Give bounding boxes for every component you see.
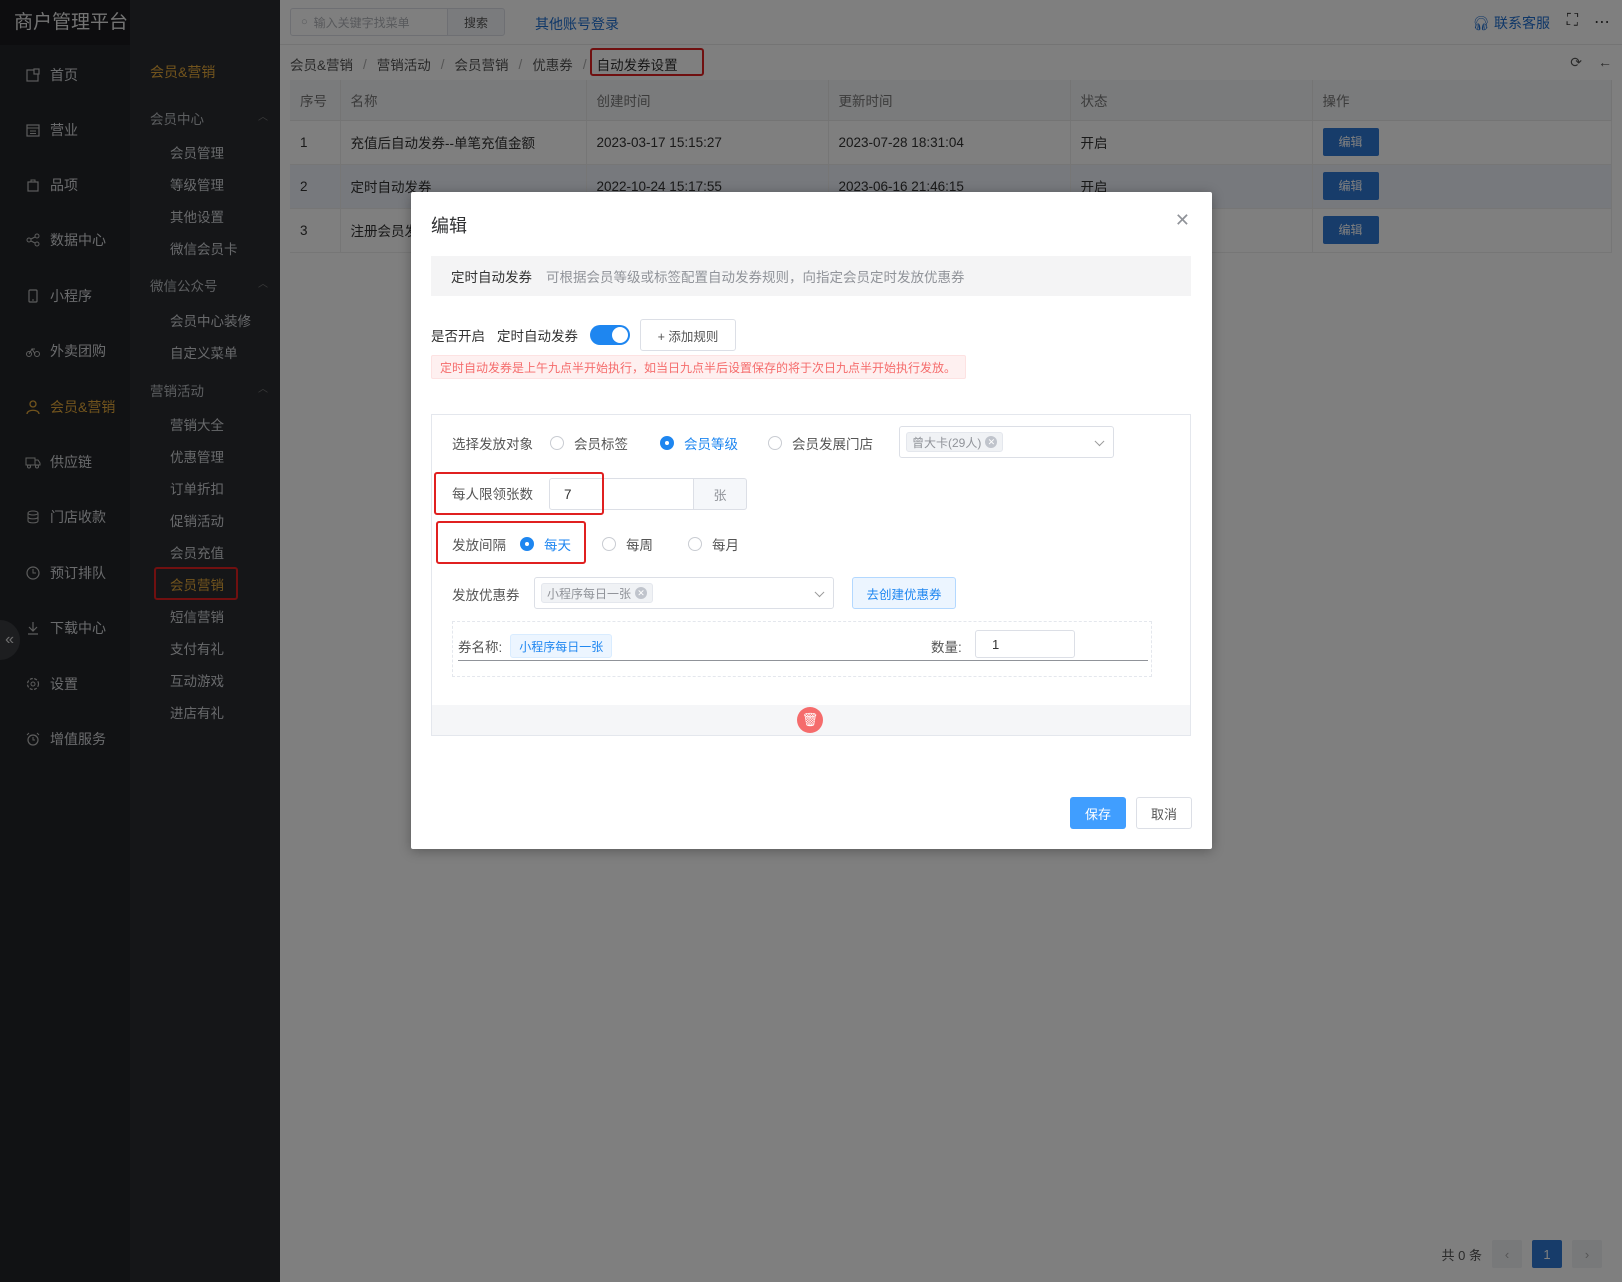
radio-dot xyxy=(688,537,702,551)
level-tag: 曾大卡(29人) ✕ xyxy=(906,432,1004,452)
dialog-title: 编辑 xyxy=(431,216,467,236)
coupon-name-tag: 小程序每日一张 xyxy=(510,634,613,658)
radio-dot xyxy=(768,436,782,450)
qty-label: 数量: xyxy=(931,640,962,655)
radio-dot xyxy=(660,436,674,450)
edit-dialog: 编辑 ✕ 定时自动发券 可根据会员等级或标签配置自动发券规则，向指定会员定时发放… xyxy=(411,192,1212,849)
chevron-down-icon xyxy=(814,587,825,598)
coupon-label: 发放优惠券 xyxy=(452,588,520,603)
radio-label: 会员发展门店 xyxy=(792,437,873,452)
tag-close-icon[interactable]: ✕ xyxy=(985,436,998,448)
radio-dot xyxy=(550,436,564,450)
coupon-name-row: 券名称: 小程序每日一张 xyxy=(458,634,613,658)
radio-member-store[interactable]: 会员发展门店 xyxy=(768,433,873,453)
limit-highlight-box xyxy=(434,472,604,515)
divider xyxy=(458,660,1148,661)
qty-input[interactable]: 1 xyxy=(975,630,1075,658)
tag-close-icon[interactable]: ✕ xyxy=(635,587,648,599)
radio-label: 会员等级 xyxy=(684,437,738,452)
rule-panel: 选择发放对象 会员标签 会员等级 会员发展门店 曾大卡(29人) ✕ 每人限领张数… xyxy=(431,414,1191,736)
radio-label: 会员标签 xyxy=(574,437,628,452)
coupon-name-label: 券名称: xyxy=(458,640,503,655)
trash-icon: 🗑︎ xyxy=(801,712,819,727)
rule-footer: 🗑︎ xyxy=(432,705,1190,735)
enable-name: 定时自动发券 xyxy=(497,329,578,344)
radio-dot xyxy=(602,537,616,551)
radio-member-level[interactable]: 会员等级 xyxy=(660,433,738,453)
level-select[interactable]: 曾大卡(29人) ✕ xyxy=(899,426,1114,458)
info-desc: 可根据会员等级或标签配置自动发券规则，向指定会员定时发放优惠券 xyxy=(546,270,965,285)
tag-label: 曾大卡(29人) xyxy=(912,435,982,450)
tag-label: 小程序每日一张 xyxy=(547,586,632,601)
limit-unit: 张 xyxy=(694,478,747,510)
coupon-select[interactable]: 小程序每日一张 ✕ xyxy=(534,577,834,609)
dialog-info-bar: 定时自动发券 可根据会员等级或标签配置自动发券规则，向指定会员定时发放优惠券 xyxy=(431,256,1191,296)
close-icon[interactable]: ✕ xyxy=(1175,210,1190,231)
coupon-tag: 小程序每日一张 ✕ xyxy=(541,583,654,603)
target-label: 选择发放对象 xyxy=(452,437,533,452)
save-button[interactable]: 保存 xyxy=(1070,797,1126,829)
add-rule-button[interactable]: + 添加规则 xyxy=(640,319,736,351)
enable-label: 是否开启 xyxy=(431,329,485,344)
radio-label: 每月 xyxy=(712,538,739,553)
cancel-button[interactable]: 取消 xyxy=(1136,797,1192,829)
radio-weekly[interactable]: 每周 xyxy=(602,534,653,554)
coupon-detail-box: 券名称: 小程序每日一张 数量: 1 xyxy=(452,621,1152,677)
create-coupon-button[interactable]: 去创建优惠券 xyxy=(852,577,956,609)
info-title: 定时自动发券 xyxy=(451,270,532,285)
radio-monthly[interactable]: 每月 xyxy=(688,534,739,554)
radio-label: 每周 xyxy=(626,538,653,553)
radio-member-tag[interactable]: 会员标签 xyxy=(550,433,628,453)
enable-row: 是否开启 定时自动发券 + 添加规则 xyxy=(431,319,736,351)
enable-switch[interactable] xyxy=(590,325,630,345)
chevron-down-icon xyxy=(1094,436,1105,447)
warning-tip: 定时自动发券是上午九点半开始执行，如当日九点半后设置保存的将于次日九点半开始执行… xyxy=(431,355,966,379)
interval-highlight-box xyxy=(436,521,586,564)
delete-rule-button[interactable]: 🗑︎ xyxy=(797,707,823,733)
